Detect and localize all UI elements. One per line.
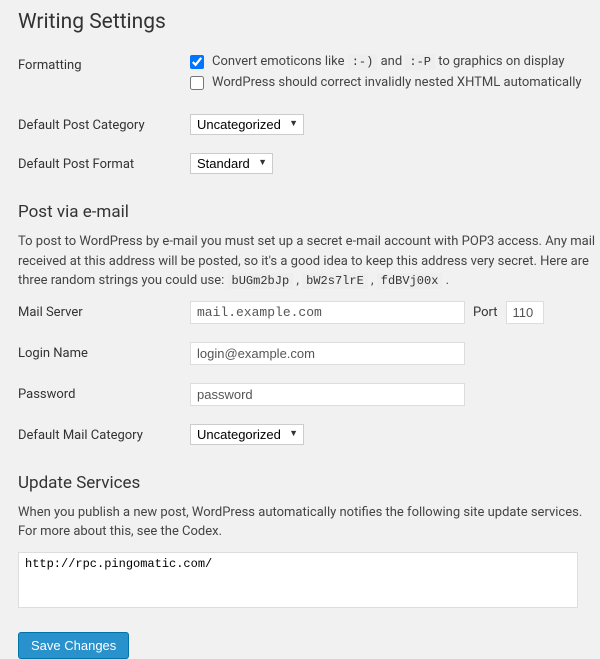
correct-xhtml-label: WordPress should correct invalidly neste… [212, 75, 582, 90]
emoticon-code-1: :-) [348, 54, 378, 70]
login-name-label: Login Name [18, 342, 190, 361]
default-post-category-label: Default Post Category [18, 114, 190, 133]
password-label: Password [18, 383, 190, 402]
default-mail-category-select[interactable]: Uncategorized [190, 424, 304, 445]
default-post-category-select[interactable]: Uncategorized [190, 114, 304, 135]
correct-xhtml-checkbox[interactable] [190, 76, 204, 90]
random-string-3: fdBVj00x [377, 273, 443, 289]
mail-server-label: Mail Server [18, 301, 190, 320]
emoticon-code-2: :-P [405, 54, 435, 70]
port-input[interactable] [506, 301, 544, 324]
formatting-label: Formatting [18, 54, 190, 73]
save-changes-button[interactable]: Save Changes [18, 632, 129, 659]
update-services-desc: When you publish a new post, WordPress a… [18, 503, 600, 542]
login-name-input[interactable] [190, 342, 465, 365]
update-services-heading: Update Services [18, 473, 600, 493]
mail-server-input[interactable] [190, 301, 465, 324]
default-post-format-label: Default Post Format [18, 153, 190, 172]
post-via-email-desc: To post to WordPress by e-mail you must … [18, 232, 600, 291]
default-post-format-select[interactable]: Standard [190, 153, 273, 174]
random-string-1: bUGm2bJp [228, 273, 294, 289]
password-input[interactable] [190, 383, 465, 406]
page-title: Writing Settings [18, 10, 600, 34]
default-mail-category-label: Default Mail Category [18, 424, 190, 443]
random-string-2: bW2s7lrE [302, 273, 368, 289]
convert-emoticons-checkbox[interactable] [190, 55, 204, 69]
convert-emoticons-label: Convert emoticons like :-) and :-P to gr… [212, 54, 564, 69]
port-label: Port [473, 305, 498, 320]
update-services-textarea[interactable] [18, 552, 578, 608]
post-via-email-heading: Post via e-mail [18, 202, 600, 222]
